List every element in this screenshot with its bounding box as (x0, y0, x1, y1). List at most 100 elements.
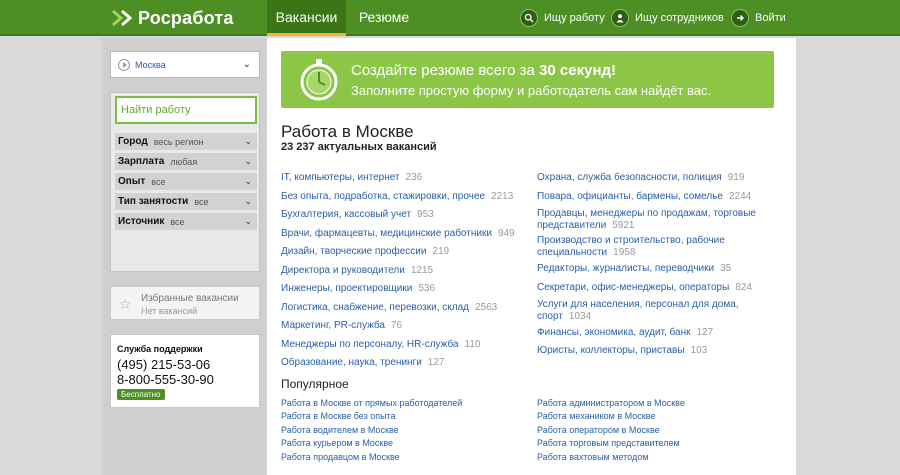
favorites-title: Избранные вакансии (141, 293, 239, 304)
category-name: Продавцы, менеджеры по продажам, торговы… (537, 208, 756, 231)
category-link[interactable]: Маркетинг, PR-служба 76 (281, 320, 531, 332)
category-link[interactable]: Производство и строительство, рабочие сп… (537, 235, 787, 259)
category-link[interactable]: Без опыта, подработка, стажировки, проче… (281, 191, 531, 203)
category-count: 824 (735, 282, 752, 293)
popular-link[interactable]: Работа администратором в Москве (537, 398, 787, 408)
category-name: Редакторы, журналисты, переводчики (537, 263, 715, 274)
filter-label: Тип занятости (118, 196, 189, 207)
popular-link[interactable]: Работа в Москве от прямых работодателей (281, 398, 531, 408)
category-count: 536 (418, 283, 436, 294)
category-count: 953 (417, 209, 434, 220)
category-link[interactable]: IT, компьютеры, интернет 236 (281, 172, 531, 184)
page-title: Работа в Москве (281, 122, 414, 141)
category-count: 2213 (491, 191, 514, 202)
popular-link[interactable]: Работа торговым представителем (537, 438, 787, 448)
popular-link[interactable]: Работа курьером в Москве (281, 438, 531, 448)
support-phone-2: 8-800-555-30-90 (117, 372, 214, 387)
popular-link[interactable]: Работа механиком в Москве (537, 411, 787, 421)
category-link[interactable]: Дизайн, творческие профессии 219 (281, 246, 531, 258)
category-link[interactable]: Менеджеры по персоналу, HR-служба 110 (281, 339, 531, 351)
filter-value: все (170, 216, 185, 227)
filter-employment-type[interactable]: Тип занятости все ⌄ (115, 193, 257, 210)
support-phone-1: (495) 215-53-06 (117, 357, 211, 372)
filter-label: Зарплата (118, 156, 165, 167)
category-link[interactable]: Юристы, коллекторы, приставы 103 (537, 345, 787, 357)
category-link[interactable]: Бухгалтерия, кассовый учет 953 (281, 209, 531, 221)
banner-highlight: 30 секунд! (539, 62, 617, 79)
category-name: Логистика, снабжение, перевозки, склад (281, 302, 469, 313)
category-link[interactable]: Услуги для населения, персонал для дома,… (537, 299, 787, 323)
filter-value: любая (170, 156, 198, 167)
favorites-subtitle: Нет вакансий (141, 306, 198, 316)
category-count: 1034 (568, 311, 592, 322)
category-link[interactable]: Образование, наука, тренинги 127 (281, 357, 531, 369)
chevron-down-icon: ⌄ (244, 196, 252, 206)
category-name: Образование, наука, тренинги (281, 357, 422, 368)
create-resume-banner[interactable]: Создайте резюме всего за 30 секунд! Запо… (281, 51, 774, 108)
category-link[interactable]: Инженеры, проектировщики 536 (281, 283, 531, 295)
category-name: Директора и руководители (281, 265, 405, 276)
category-link[interactable]: Продавцы, менеджеры по продажам, торговы… (537, 208, 787, 232)
popular-link[interactable]: Работа в Москве без опыта (281, 411, 531, 421)
tab-vacancies[interactable]: Вакансии (267, 0, 346, 36)
logo-text: Росработа (138, 7, 234, 28)
category-name: Менеджеры по персоналу, HR-служба (281, 339, 459, 350)
logo[interactable]: Росработа (112, 7, 234, 29)
category-link[interactable]: Финансы, экономика, аудит, банк 127 (537, 327, 787, 339)
category-name: Охрана, служба безопасности, полиция (537, 172, 722, 183)
chevron-down-icon: ⌄ (242, 59, 251, 70)
vacancy-count: 23 237 актуальных вакансий (281, 141, 437, 153)
category-name: Без опыта, подработка, стажировки, проче… (281, 191, 486, 202)
chevron-down-icon: ⌄ (244, 176, 252, 186)
job-search-input[interactable] (115, 96, 257, 124)
popular-title: Популярное (281, 377, 349, 391)
login-link[interactable]: Войти (731, 8, 786, 28)
category-count: 2563 (474, 302, 498, 313)
chevron-down-icon: ⌄ (244, 156, 252, 166)
find-job-link[interactable]: Ищу работу (520, 8, 605, 28)
category-link[interactable]: Врачи, фармацевты, медицинские работники… (281, 228, 531, 240)
filter-value: весь регион (153, 136, 204, 147)
category-name: Юристы, коллекторы, приставы (537, 345, 685, 356)
category-link[interactable]: Директора и руководители 1215 (281, 265, 531, 277)
find-employees-link[interactable]: Ищу сотрудников (611, 8, 724, 28)
free-badge: Бесплатно (117, 389, 165, 400)
category-count: 1215 (410, 265, 434, 276)
category-link[interactable]: Повара, официанты, бармены, сомелье 2244 (537, 191, 787, 203)
category-count: 103 (690, 345, 708, 356)
filter-city[interactable]: Город весь регион ⌄ (115, 133, 257, 150)
filter-salary[interactable]: Зарплата любая ⌄ (115, 153, 257, 170)
filter-label: Источник (118, 216, 165, 227)
city-selector[interactable]: Москва ⌄ (110, 51, 260, 78)
category-count: 219 (432, 246, 450, 257)
tab-resumes[interactable]: Резюме (346, 0, 422, 36)
filter-source[interactable]: Источник все ⌄ (115, 213, 257, 230)
popular-link[interactable]: Работа оператором в Москве (537, 425, 787, 435)
chevron-down-icon: ⌄ (244, 136, 252, 146)
logo-icon (112, 9, 132, 27)
category-count: 110 (464, 339, 481, 350)
login-label: Войти (755, 12, 786, 24)
banner-line-1-text: Создайте резюме всего за (351, 62, 540, 79)
popular-link[interactable]: Работа вахтовым методом (537, 452, 787, 462)
category-name: Врачи, фармацевты, медицинские работники (281, 228, 492, 239)
filter-panel: Город весь регион ⌄ Зарплата любая ⌄ Опы… (110, 92, 260, 272)
category-link[interactable]: Логистика, снабжение, перевозки, склад 25… (281, 302, 531, 314)
category-count: 35 (720, 263, 732, 274)
category-link[interactable]: Редакторы, журналисты, переводчики 35 (537, 263, 787, 275)
location-icon (118, 58, 130, 71)
stopwatch-icon (300, 59, 338, 101)
category-count: 2244 (729, 191, 752, 202)
filter-experience[interactable]: Опыт все ⌄ (115, 173, 257, 190)
popular-link[interactable]: Работа продавцом в Москве (281, 452, 531, 462)
category-count: 949 (497, 228, 515, 239)
favorites-box[interactable]: ☆ Избранные вакансии Нет вакансий (110, 286, 260, 320)
category-name: Дизайн, творческие профессии (281, 246, 427, 257)
support-title: Служба поддержки (117, 344, 203, 354)
category-count: 919 (727, 172, 745, 183)
category-count: 5921 (612, 220, 635, 231)
category-link[interactable]: Секретари, офис-менеджеры, операторы 824 (537, 282, 787, 294)
category-link[interactable]: Охрана, служба безопасности, полиция 919 (537, 172, 787, 184)
popular-link[interactable]: Работа водителем в Москве (281, 425, 531, 435)
category-name: Инженеры, проектировщики (281, 283, 413, 294)
